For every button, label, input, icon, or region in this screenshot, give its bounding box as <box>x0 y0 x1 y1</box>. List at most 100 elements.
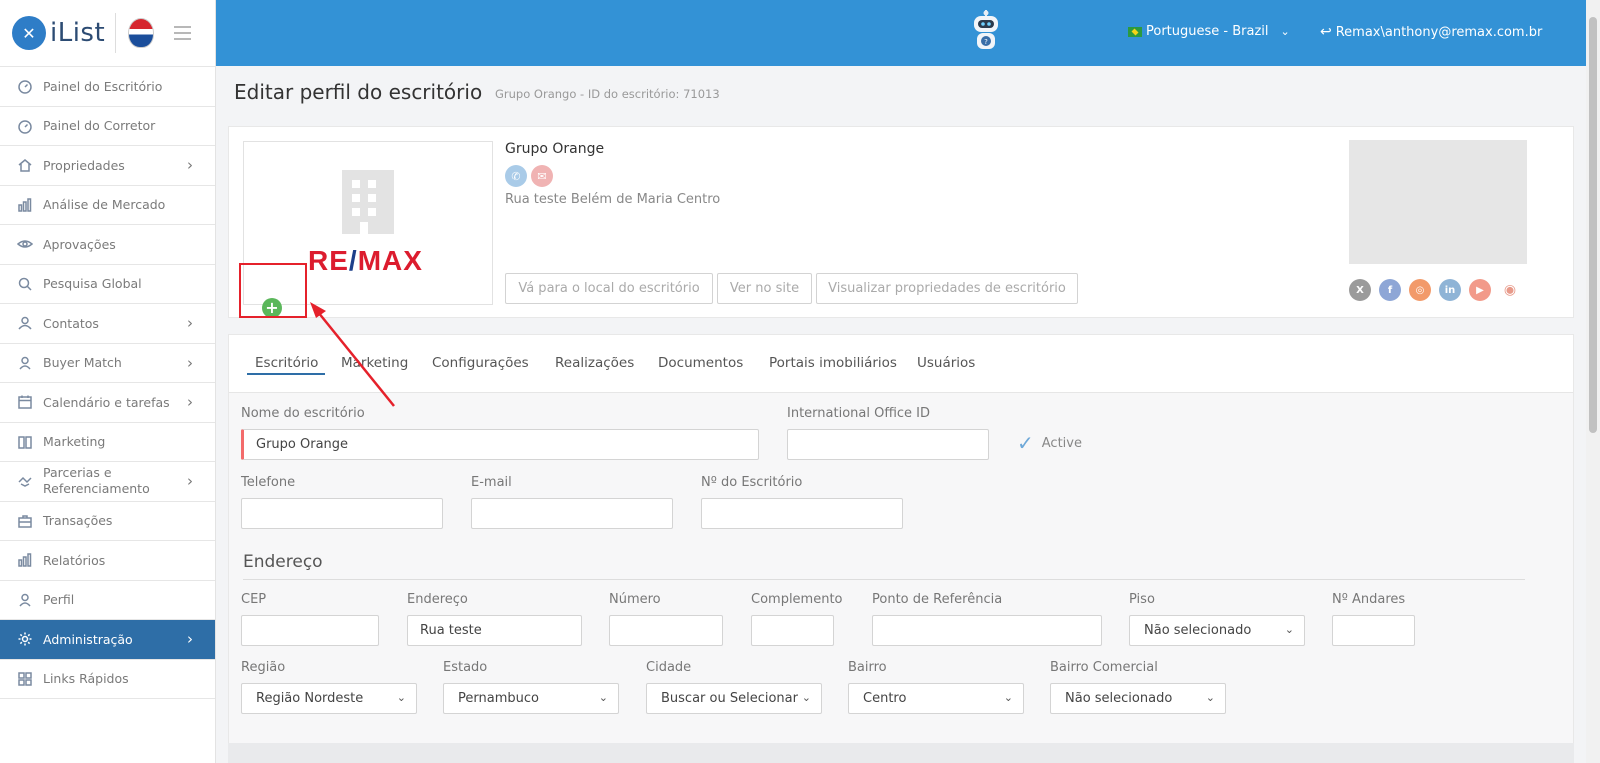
user-menu[interactable]: ↩ Remax\anthony@remax.com.br <box>1320 24 1542 40</box>
sidebar-item-propriedades[interactable]: Propriedades › <box>0 146 215 186</box>
sidebar-item-aprovacoes[interactable]: Aprovações <box>0 225 215 265</box>
sidebar-item-transacoes[interactable]: Transações <box>0 502 215 541</box>
chevron-down-icon: ⌄ <box>801 691 811 704</box>
sidebar-item-label: Transações <box>43 513 113 529</box>
linkedin-icon[interactable]: in <box>1439 279 1461 301</box>
neighborhood-select[interactable]: Centro ⌄ <box>848 683 1024 714</box>
intl-office-id-input[interactable] <box>787 429 989 460</box>
page-subtitle: Grupo Orango - ID do escritório: 71013 <box>495 87 720 101</box>
sidebar-item-relatorios[interactable]: Relatórios <box>0 541 215 581</box>
office-name-heading: Grupo Orange <box>505 141 605 157</box>
sidebar-item-painel-do-escritorio[interactable]: Painel do Escritório <box>0 67 215 107</box>
sidebar-item-label: Contatos <box>43 315 99 331</box>
gauge-icon <box>16 117 34 135</box>
x-icon[interactable]: X <box>1349 279 1371 301</box>
tab-documentos[interactable]: Documentos <box>658 355 743 371</box>
email-input[interactable] <box>471 498 673 529</box>
youtube-icon[interactable]: ▶ <box>1469 279 1491 301</box>
sidebar-item-painel-do-corretor[interactable]: Painel do Corretor <box>0 107 215 146</box>
tab-marketing[interactable]: Marketing <box>341 355 408 371</box>
sidebar-nav: Painel do Escritório Painel do Corretor Pr… <box>0 67 215 699</box>
bar-chart-icon <box>16 196 34 214</box>
hamburger-menu-icon[interactable] <box>174 22 192 44</box>
briefcase-icon <box>16 512 34 530</box>
sidebar-item-pesquisa-global[interactable]: Pesquisa Global <box>0 265 215 304</box>
tab-escritorio[interactable]: Escritório <box>255 355 318 371</box>
sidebar-item-label: Análise de Mercado <box>43 197 166 213</box>
active-label: Active <box>1041 435 1082 451</box>
chevron-down-icon: ⌄ <box>396 691 406 704</box>
sidebar-item-marketing[interactable]: Marketing <box>0 423 215 462</box>
remax-logo: RE/MAX <box>308 245 423 276</box>
floor-select[interactable]: Não selecionado ⌄ <box>1129 615 1305 646</box>
address-section-title: Endereço <box>243 552 323 572</box>
sidebar: ✕ iList Painel do Escritório Painel do Co… <box>0 0 216 763</box>
sidebar-item-links-rapidos[interactable]: Links Rápidos <box>0 660 215 699</box>
view-on-site-button[interactable]: Ver no site <box>717 273 812 304</box>
sidebar-item-label: Painel do Escritório <box>43 78 163 94</box>
phone-icon[interactable]: ✆ <box>505 165 527 187</box>
form-body: Nome do escritório Grupo Orange Internat… <box>229 393 1573 763</box>
tab-realizacoes[interactable]: Realizações <box>555 355 634 371</box>
user-icon <box>16 354 34 372</box>
sidebar-item-label: Relatórios <box>43 552 106 568</box>
chevron-right-icon: › <box>187 314 193 333</box>
sidebar-item-buyer-match[interactable]: Buyer Match › <box>0 344 215 383</box>
tab-portais[interactable]: Portais imobiliários <box>769 355 897 371</box>
floors-count-input[interactable] <box>1332 615 1415 646</box>
instagram-icon[interactable]: ◎ <box>1409 279 1431 301</box>
state-label: Estado <box>443 660 488 675</box>
page-title: Editar perfil do escritório <box>234 80 483 104</box>
city-select[interactable]: Buscar ou Selecionar ⌄ <box>646 683 822 714</box>
view-office-properties-button[interactable]: Visualizar propriedades de escritório <box>816 273 1078 304</box>
vertical-scrollbar[interactable] <box>1586 0 1600 763</box>
email-icon[interactable]: ✉ <box>531 165 553 187</box>
sidebar-item-analise-de-mercado[interactable]: Análise de Mercado <box>0 186 215 225</box>
street-input[interactable]: Rua teste <box>407 615 582 646</box>
sidebar-item-administracao[interactable]: Administração › <box>0 620 215 660</box>
phone-input[interactable] <box>241 498 443 529</box>
active-toggle[interactable]: ✓ Active <box>1017 431 1082 455</box>
chevron-down-icon: ⌄ <box>1003 691 1013 704</box>
links-icon <box>16 670 34 688</box>
sidebar-item-perfil[interactable]: Perfil <box>0 581 215 620</box>
sidebar-item-label: Administração <box>43 631 133 647</box>
book-icon <box>16 433 34 451</box>
sidebar-item-contatos[interactable]: Contatos › <box>0 304 215 344</box>
robot-assistant-icon[interactable]: ? <box>971 10 1001 54</box>
tab-configuracoes[interactable]: Configurações <box>432 355 529 371</box>
complement-input[interactable] <box>751 615 834 646</box>
go-to-office-location-button[interactable]: Vá para o local do escritório <box>505 273 713 304</box>
number-input[interactable] <box>609 615 723 646</box>
sidebar-item-label: Buyer Match <box>43 355 122 371</box>
scrollbar-thumb[interactable] <box>1589 17 1597 433</box>
sidebar-item-label: Aprovações <box>43 236 116 252</box>
reply-arrow-icon: ↩ <box>1320 24 1332 40</box>
commercial-neighborhood-select[interactable]: Não selecionado ⌄ <box>1050 683 1226 714</box>
sidebar-item-label: Parcerias e Referenciamento <box>43 465 150 497</box>
user-login: Remax\anthony@remax.com.br <box>1335 24 1543 40</box>
language-selector[interactable]: Portuguese - Brazil ⌄ <box>1128 24 1290 39</box>
sidebar-item-calendario-e-tarefas[interactable]: Calendário e tarefas › <box>0 383 215 423</box>
building-placeholder-icon <box>342 170 394 234</box>
region-select[interactable]: Região Nordeste ⌄ <box>241 683 417 714</box>
office-name-input[interactable]: Grupo Orange <box>241 429 759 460</box>
checkmark-icon: ✓ <box>1017 431 1034 455</box>
cep-label: CEP <box>241 592 267 607</box>
reference-input[interactable] <box>872 615 1102 646</box>
state-select[interactable]: Pernambuco ⌄ <box>443 683 619 714</box>
cep-input[interactable] <box>241 615 379 646</box>
calendar-icon <box>16 393 34 411</box>
ilist-logo-icon: ✕ <box>12 16 46 50</box>
sidebar-item-parcerias-e-referenciamento[interactable]: Parcerias e Referenciamento › <box>0 462 215 502</box>
street-label: Endereço <box>407 592 468 607</box>
number-label: Número <box>609 592 661 607</box>
sidebar-item-label: Pesquisa Global <box>43 276 142 292</box>
facebook-icon[interactable]: f <box>1379 279 1401 301</box>
tab-usuarios[interactable]: Usuários <box>917 355 975 371</box>
weibo-icon[interactable]: ◉ <box>1499 279 1521 301</box>
office-number-input[interactable] <box>701 498 903 529</box>
city-label: Cidade <box>646 660 692 675</box>
sidebar-item-label: Propriedades <box>43 157 125 173</box>
floor-label: Piso <box>1129 592 1155 607</box>
